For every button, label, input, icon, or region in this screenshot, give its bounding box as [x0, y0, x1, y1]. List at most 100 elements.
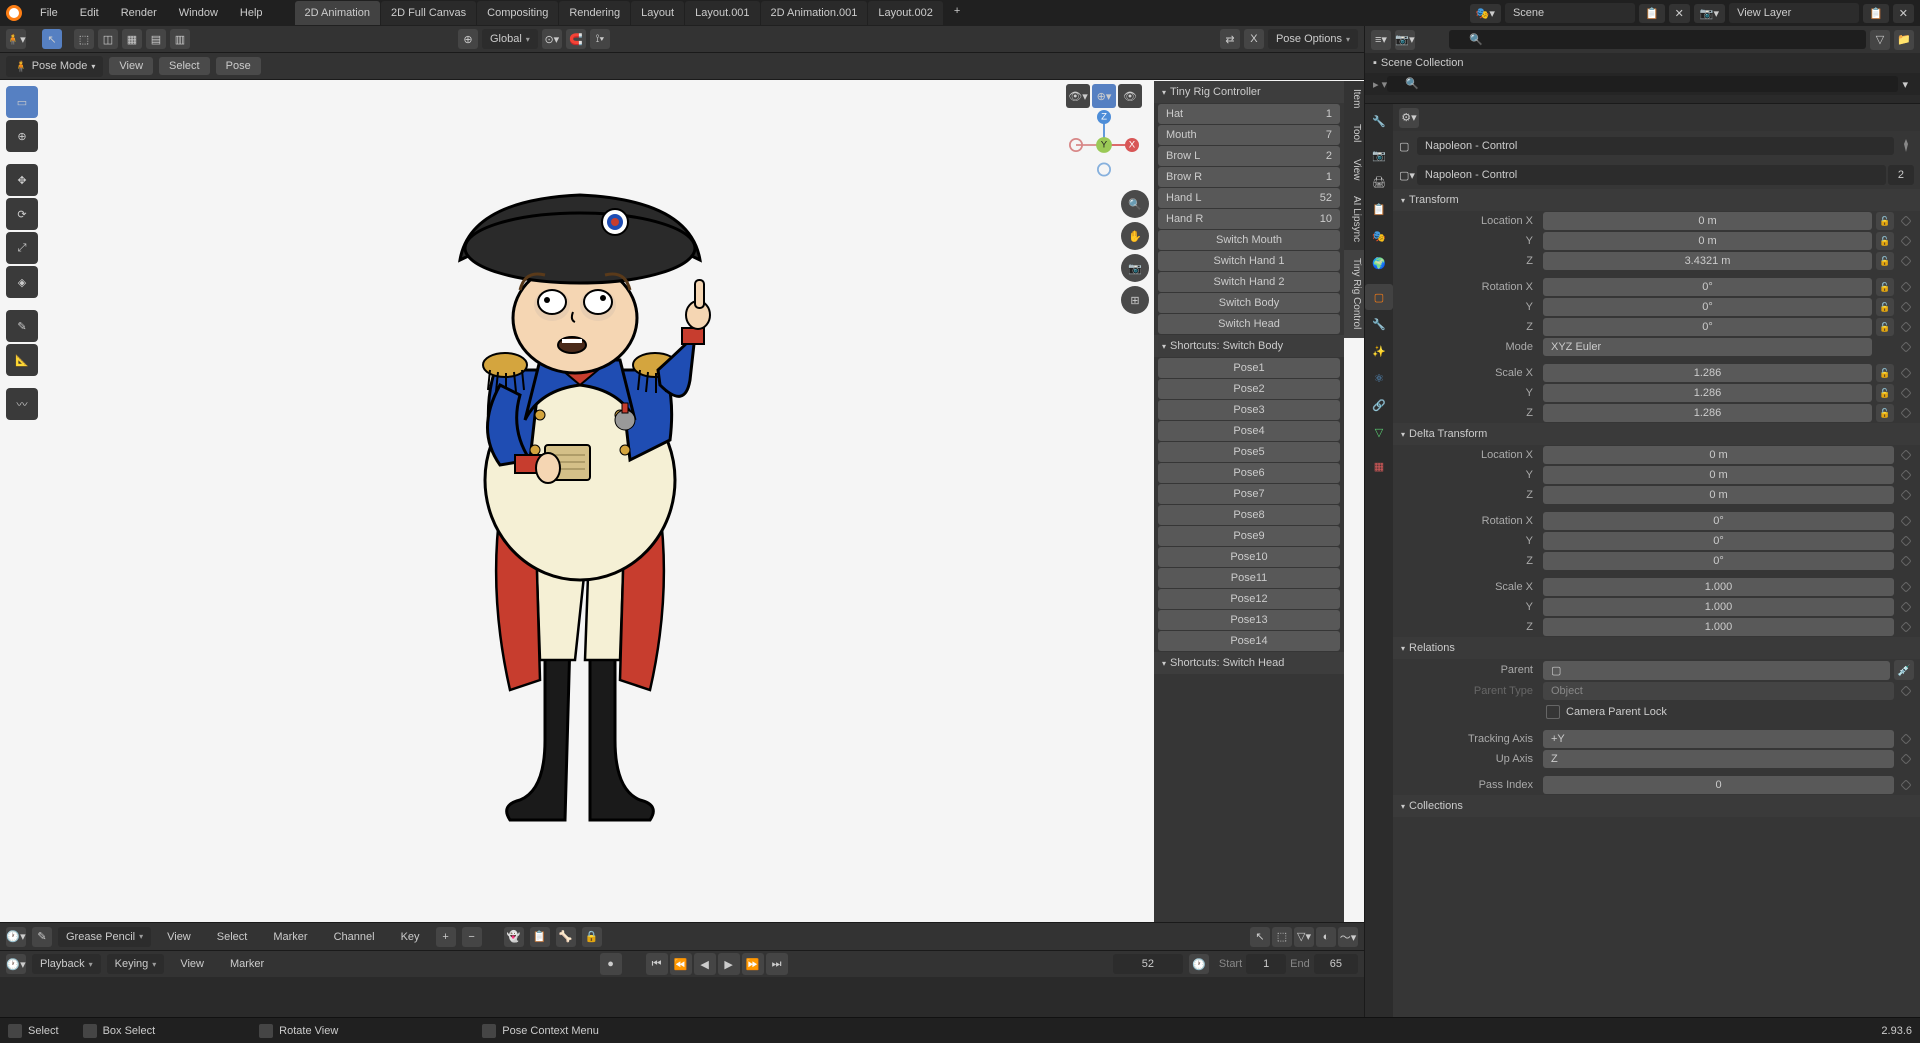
rig-slider-hand-l[interactable]: Hand L52	[1158, 188, 1340, 208]
jump-prev-key-icon[interactable]: ⏪	[670, 953, 692, 975]
tool-select-box-icon[interactable]: ▭	[6, 86, 38, 118]
location-z-input[interactable]: 3.4321 m	[1543, 252, 1872, 270]
viewport-canvas[interactable]: ▭ ⊕ ✥ ⟳ ⤢ ◈ ✎ 📐 〰	[0, 80, 1364, 922]
dopesheet-ghost-icon[interactable]: 👻	[504, 927, 524, 947]
jump-next-key-icon[interactable]: ⏩	[742, 953, 764, 975]
lock-icon[interactable]: 🔓	[1876, 232, 1894, 250]
dopesheet-view-menu[interactable]: View	[157, 927, 201, 947]
prop-tab-texture-icon[interactable]: ▦	[1365, 453, 1393, 479]
keyframe-dot-icon[interactable]	[1900, 321, 1911, 332]
pose-button[interactable]: Pose6	[1158, 463, 1340, 483]
pose-button[interactable]: Pose1	[1158, 358, 1340, 378]
timeline-track[interactable]	[0, 977, 1364, 1017]
delta-scale-x-input[interactable]: 1.000	[1543, 578, 1894, 596]
sidebar-tab-tool[interactable]: Tool	[1344, 116, 1364, 150]
keyframe-dot-icon[interactable]	[1900, 555, 1911, 566]
workspace-tab[interactable]: Compositing	[477, 1, 558, 25]
delta-rotation-x-input[interactable]: 0°	[1543, 512, 1894, 530]
play-icon[interactable]: ▶	[718, 953, 740, 975]
rotation-x-input[interactable]: 0°	[1543, 278, 1872, 296]
delta-location-y-input[interactable]: 0 m	[1543, 466, 1894, 484]
tool-breakdowner-icon[interactable]: 〰	[6, 388, 38, 420]
pose-button[interactable]: Pose10	[1158, 547, 1340, 567]
keyframe-dot-icon[interactable]	[1900, 753, 1911, 764]
prop-tab-tool-icon[interactable]: 🔧	[1365, 108, 1393, 134]
pivot-icon[interactable]: ⊙▾	[542, 29, 562, 49]
workspace-add-button[interactable]: +	[944, 1, 970, 25]
pose-button[interactable]: Pose2	[1158, 379, 1340, 399]
props-editor-icon[interactable]: ⚙▾	[1399, 108, 1419, 128]
pose-button[interactable]: Pose3	[1158, 400, 1340, 420]
keyframe-dot-icon[interactable]	[1900, 581, 1911, 592]
pose-options-dropdown[interactable]: Pose Options	[1268, 29, 1358, 49]
lock-icon[interactable]: 🔓	[1876, 212, 1894, 230]
select-tweak-icon[interactable]: ↖	[42, 29, 62, 49]
pose-button[interactable]: Pose14	[1158, 631, 1340, 651]
tool-rotate-icon[interactable]: ⟳	[6, 198, 38, 230]
keyframe-dot-icon[interactable]	[1900, 281, 1911, 292]
dopesheet-channel-menu[interactable]: Channel	[324, 927, 385, 947]
menu-help[interactable]: Help	[230, 3, 273, 23]
pose-button[interactable]: Pose8	[1158, 505, 1340, 525]
rotation-mode-dropdown[interactable]: XYZ Euler	[1543, 338, 1872, 356]
pin-icon[interactable]	[1898, 138, 1914, 154]
show-gizmos-icon[interactable]: 👁▾	[1066, 84, 1090, 108]
viewlayer-delete-icon[interactable]: ✕	[1893, 4, 1914, 23]
scene-delete-icon[interactable]: ✕	[1669, 4, 1690, 23]
timeline-marker-menu[interactable]: Marker	[220, 954, 274, 974]
prop-tab-object-icon[interactable]: ▢	[1365, 284, 1393, 310]
sidebar-tab-item[interactable]: Item	[1344, 81, 1364, 116]
sidebar-tab-ailipsync[interactable]: AI Lipsync	[1344, 188, 1364, 250]
switch-hand2-button[interactable]: Switch Hand 2	[1158, 272, 1340, 292]
keyframe-dot-icon[interactable]	[1900, 733, 1911, 744]
snap-icon[interactable]: 🧲	[566, 29, 586, 49]
pose-button[interactable]: Pose9	[1158, 526, 1340, 546]
delta-scale-y-input[interactable]: 1.000	[1543, 598, 1894, 616]
workspace-tab[interactable]: 2D Animation.001	[761, 1, 868, 25]
workspace-tab[interactable]: Layout	[631, 1, 684, 25]
keyframe-dot-icon[interactable]	[1900, 779, 1911, 790]
sidebar-tab-tinyrig[interactable]: Tiny Rig Control	[1344, 250, 1364, 337]
keyframe-dot-icon[interactable]	[1900, 367, 1911, 378]
outliner-display-icon[interactable]: 📷▾	[1395, 30, 1415, 50]
playback-dropdown[interactable]: Playback	[32, 954, 101, 974]
switch-body-button[interactable]: Switch Body	[1158, 293, 1340, 313]
location-x-input[interactable]: 0 m	[1543, 212, 1872, 230]
menu-file[interactable]: File	[30, 3, 68, 23]
delta-location-z-input[interactable]: 0 m	[1543, 486, 1894, 504]
keyframe-dot-icon[interactable]	[1900, 407, 1911, 418]
delta-transform-header[interactable]: Delta Transform	[1393, 423, 1920, 445]
outliner-new-collection-icon[interactable]: 📁	[1894, 30, 1914, 50]
dopesheet-key-menu[interactable]: Key	[391, 927, 430, 947]
jump-end-icon[interactable]: ⏭	[766, 953, 788, 975]
dopesheet-normalize-icon[interactable]: 〜▾	[1338, 927, 1358, 947]
show-overlays-icon[interactable]: ⊕▾	[1092, 84, 1116, 108]
shortcuts-body-header[interactable]: Shortcuts: Switch Body	[1154, 335, 1344, 357]
keyframe-dot-icon[interactable]	[1900, 255, 1911, 266]
dopesheet-filter-icon[interactable]: ▽▾	[1294, 927, 1314, 947]
prop-tab-physics-icon[interactable]: ⚛	[1365, 365, 1393, 391]
prop-tab-modifier-icon[interactable]: 🔧	[1365, 311, 1393, 337]
autokey-icon[interactable]: ●	[600, 953, 622, 975]
scene-browse-icon[interactable]: 🎭▾	[1470, 4, 1501, 23]
outliner-filter-icon[interactable]: ▽	[1870, 30, 1890, 50]
keyframe-dot-icon[interactable]	[1900, 301, 1911, 312]
timeline-editor-icon[interactable]: 🕐▾	[6, 954, 26, 974]
grease-pencil-icon[interactable]: ✎	[32, 927, 52, 947]
keyframe-dot-icon[interactable]	[1900, 387, 1911, 398]
lock-icon[interactable]: 🔓	[1876, 278, 1894, 296]
prop-tab-viewlayer-icon[interactable]: 📋	[1365, 196, 1393, 222]
dopesheet-selected-icon[interactable]: ↖	[1250, 927, 1270, 947]
select-invert-icon[interactable]: ◫	[98, 29, 118, 49]
select-menu-button[interactable]: Select	[159, 57, 210, 75]
select-subtract-icon[interactable]: ▥	[170, 29, 190, 49]
pose-button[interactable]: Pose7	[1158, 484, 1340, 504]
tool-measure-icon[interactable]: 📐	[6, 344, 38, 376]
lock-icon[interactable]: 🔓	[1876, 298, 1894, 316]
keyframe-dot-icon[interactable]	[1900, 215, 1911, 226]
add-key-icon[interactable]: +	[436, 927, 456, 947]
dopesheet-marker-menu[interactable]: Marker	[263, 927, 317, 947]
object-name-input[interactable]: Napoleon - Control	[1417, 165, 1886, 185]
prop-tab-scene-icon[interactable]: 🎭	[1365, 223, 1393, 249]
prop-tab-output-icon[interactable]: 🖨	[1365, 169, 1393, 195]
